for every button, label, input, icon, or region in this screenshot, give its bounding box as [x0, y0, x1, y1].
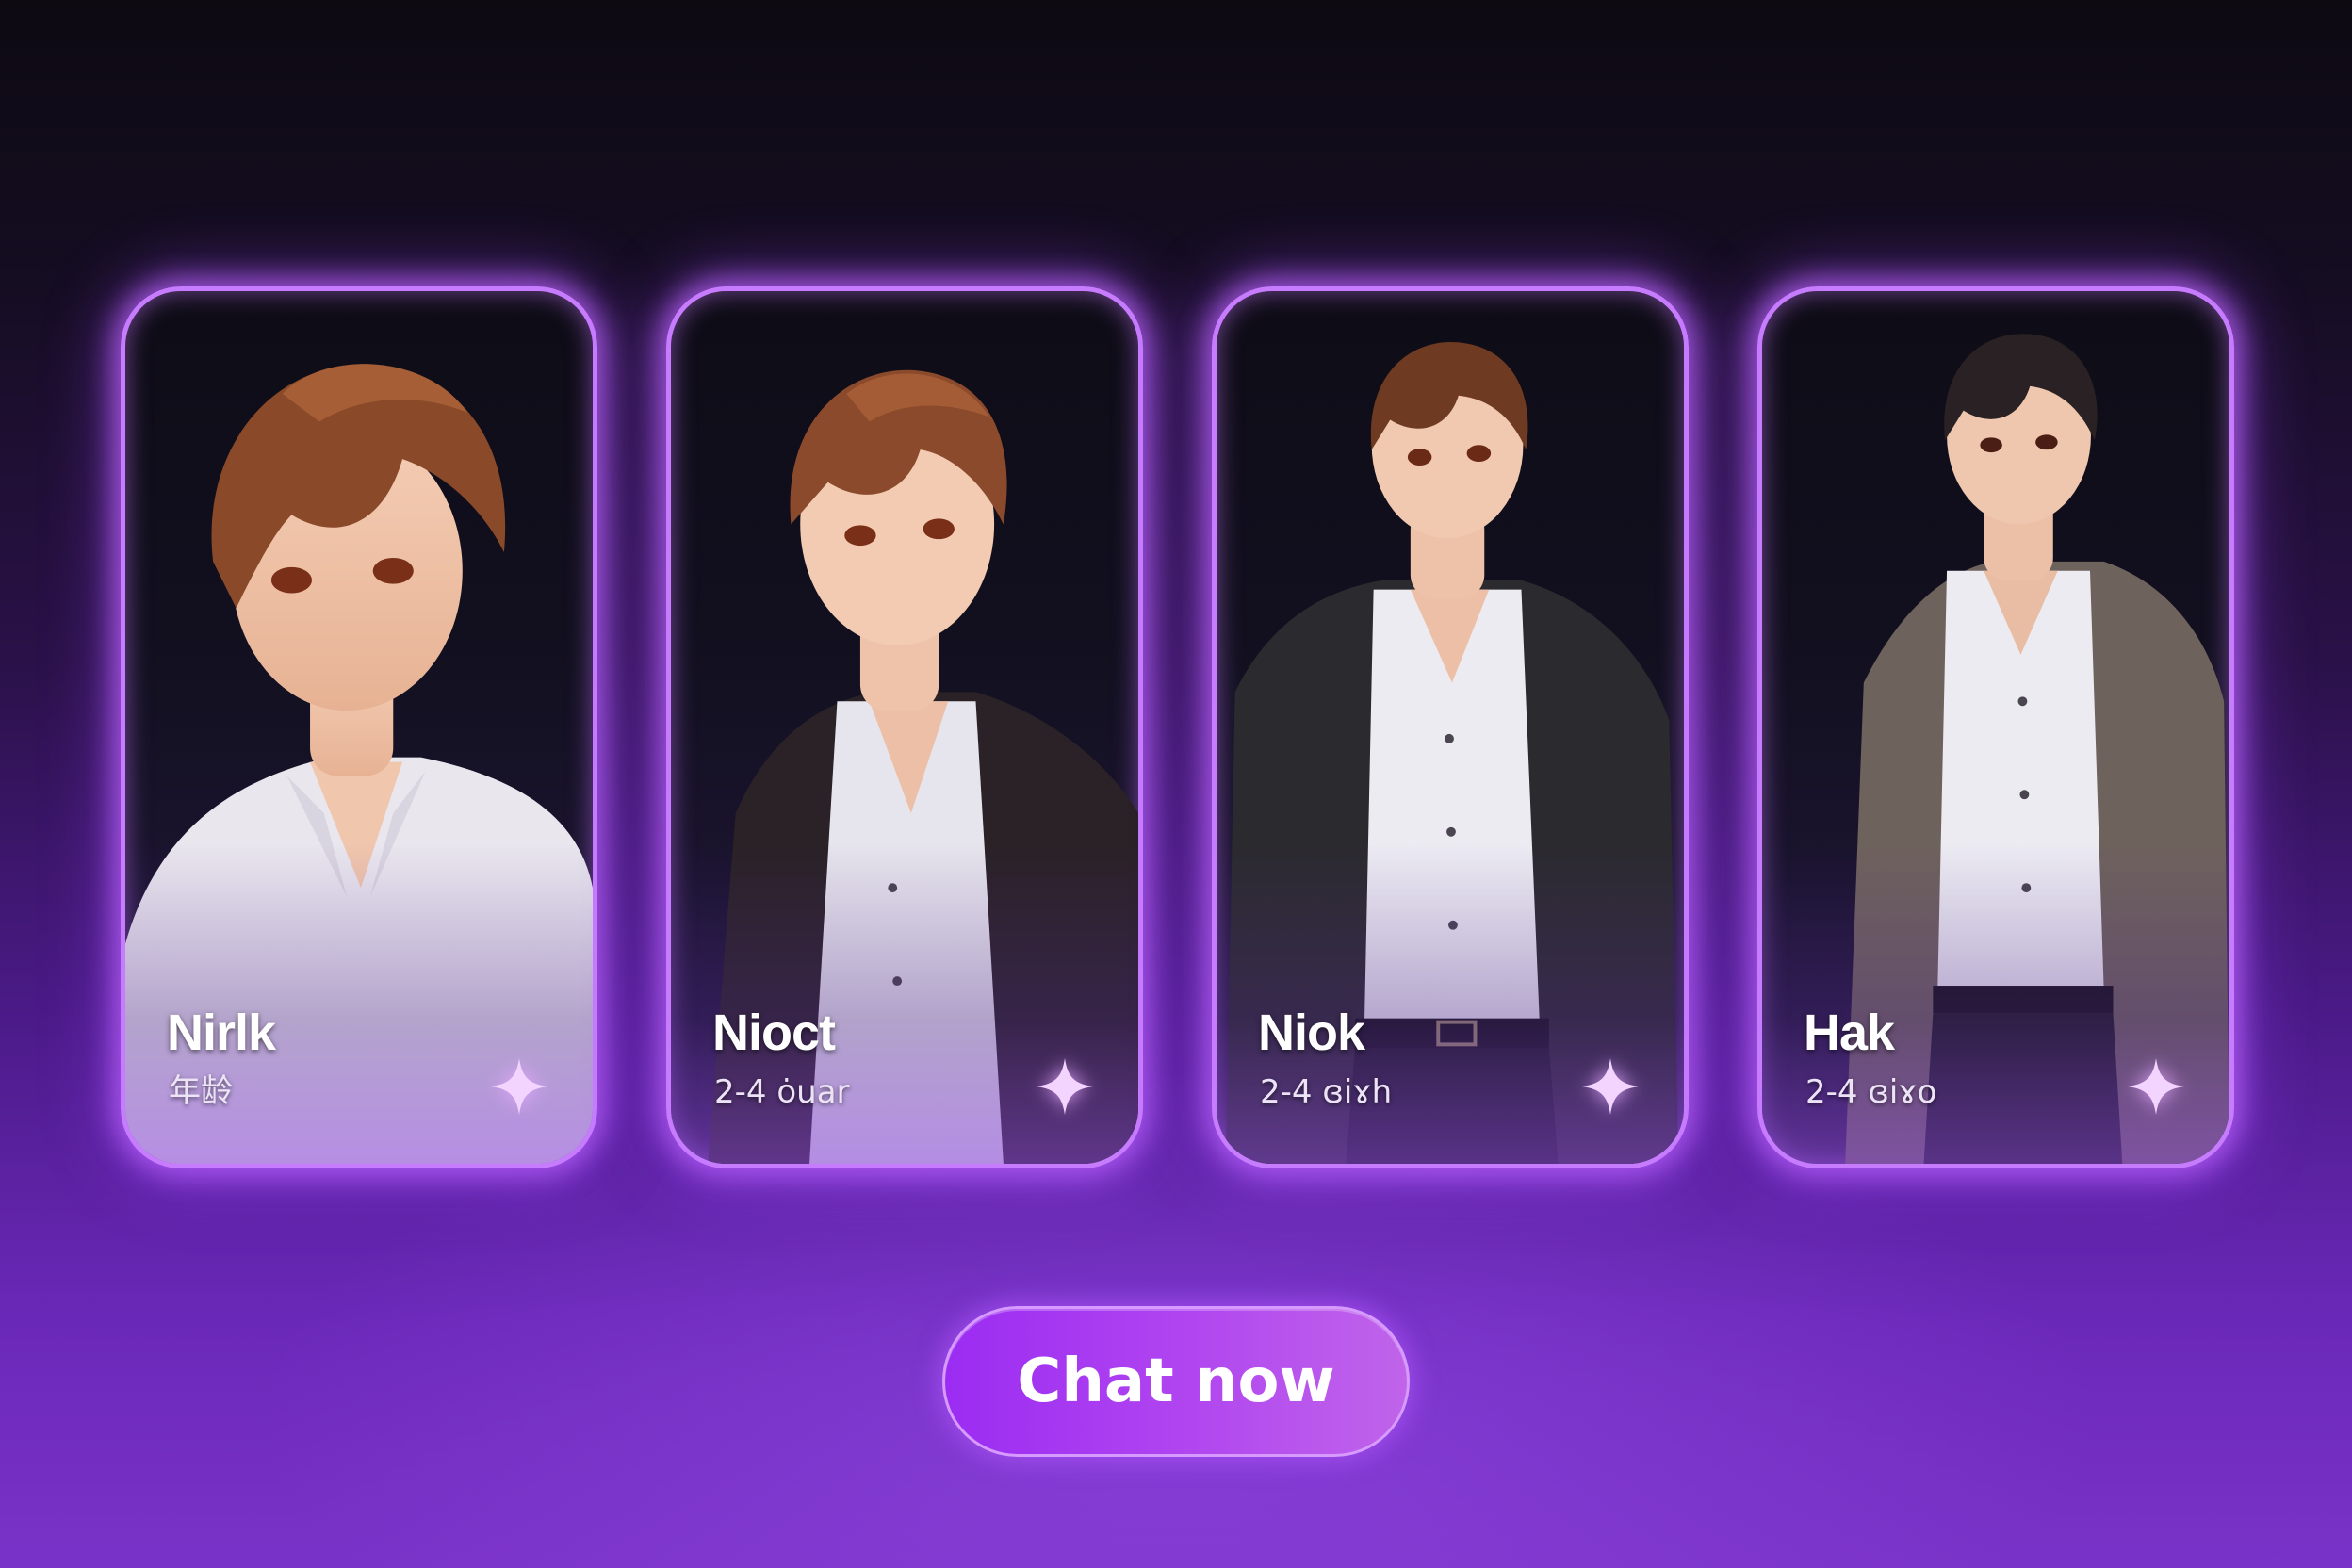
- character-card[interactable]: Nioct 2-4 ȯuar: [666, 286, 1143, 1168]
- character-age: 年龄: [169, 1072, 233, 1110]
- character-name: Nirlk: [167, 1004, 276, 1061]
- character-card[interactable]: Niok 2-4 ɞiɤh: [1212, 286, 1689, 1168]
- character-card[interactable]: Hak 2-4 ɞiɤo: [1757, 286, 2234, 1168]
- character-age: 2-4 ȯuar: [714, 1073, 850, 1111]
- chat-now-button[interactable]: Chat now: [942, 1306, 1410, 1457]
- sparkle-icon: [1582, 1058, 1639, 1115]
- character-card[interactable]: Nirlk 年龄: [121, 286, 597, 1168]
- character-name: Hak: [1804, 1004, 1895, 1061]
- character-age: 2-4 ɞiɤh: [1260, 1073, 1393, 1111]
- sparkle-icon: [2128, 1058, 2184, 1115]
- sparkle-icon: [1037, 1058, 1093, 1115]
- character-age: 2-4 ɞiɤo: [1805, 1073, 1937, 1111]
- character-name: Nioct: [712, 1004, 836, 1061]
- sparkle-icon: [491, 1058, 547, 1115]
- character-name: Niok: [1258, 1004, 1365, 1061]
